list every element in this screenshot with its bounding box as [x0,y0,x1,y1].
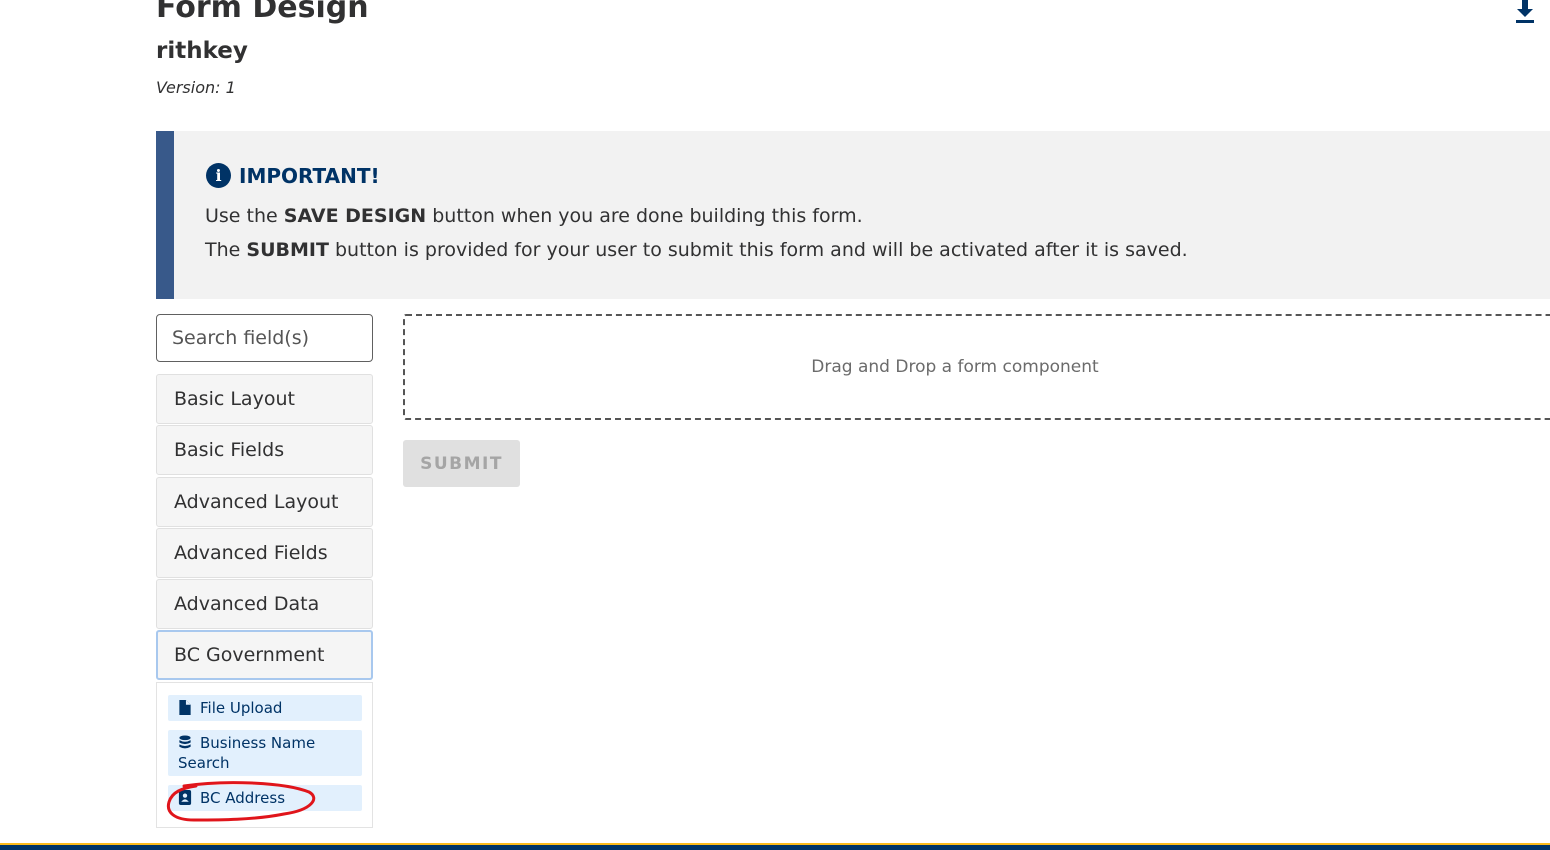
important-alert: i IMPORTANT! Use the SAVE DESIGN button … [156,131,1550,299]
alert-title: IMPORTANT! [239,163,380,188]
alert-line-1: Use the SAVE DESIGN button when you are … [205,205,863,227]
bc-government-components-panel: File Upload Business Name Search BC Addr… [156,682,373,828]
component-label: File Upload [200,699,283,717]
alert-line-1-post: button when you are done building this f… [426,205,863,227]
alert-line-2-bold: SUBMIT [246,239,329,261]
address-book-icon [178,790,192,805]
component-file-upload[interactable]: File Upload [168,695,362,721]
database-icon [179,735,191,749]
component-label: BC Address [200,789,286,807]
category-advanced-fields[interactable]: Advanced Fields [156,528,373,578]
footer-bar [0,843,1550,850]
dropzone-text: Drag and Drop a form component [811,357,1099,377]
file-icon [179,700,191,715]
form-name: rithkey [156,38,248,64]
category-basic-layout[interactable]: Basic Layout [156,374,373,424]
component-bc-address[interactable]: BC Address [168,785,362,811]
page-title: Form Design [156,0,369,25]
alert-line-1-pre: Use the [205,205,284,227]
download-icon[interactable] [1512,0,1538,24]
alert-header: i IMPORTANT! [206,163,380,188]
search-fields-input[interactable] [156,314,373,362]
alert-line-2-pre: The [205,239,247,261]
submit-button[interactable]: SUBMIT [403,440,520,487]
alert-line-2: The SUBMIT button is provided for your u… [205,239,1188,261]
version-label: Version: 1 [156,78,236,97]
alert-line-1-bold: SAVE DESIGN [283,205,427,227]
form-dropzone[interactable]: Drag and Drop a form component [403,314,1550,420]
info-icon: i [206,163,231,188]
category-advanced-data[interactable]: Advanced Data [156,579,373,629]
component-business-name-search[interactable]: Business Name Search [168,730,362,776]
component-label: Business Name Search [178,734,316,772]
category-basic-fields[interactable]: Basic Fields [156,425,373,475]
category-bc-government[interactable]: BC Government [156,630,373,680]
category-advanced-layout[interactable]: Advanced Layout [156,477,373,527]
alert-line-2-post: button is provided for your user to subm… [328,239,1188,261]
